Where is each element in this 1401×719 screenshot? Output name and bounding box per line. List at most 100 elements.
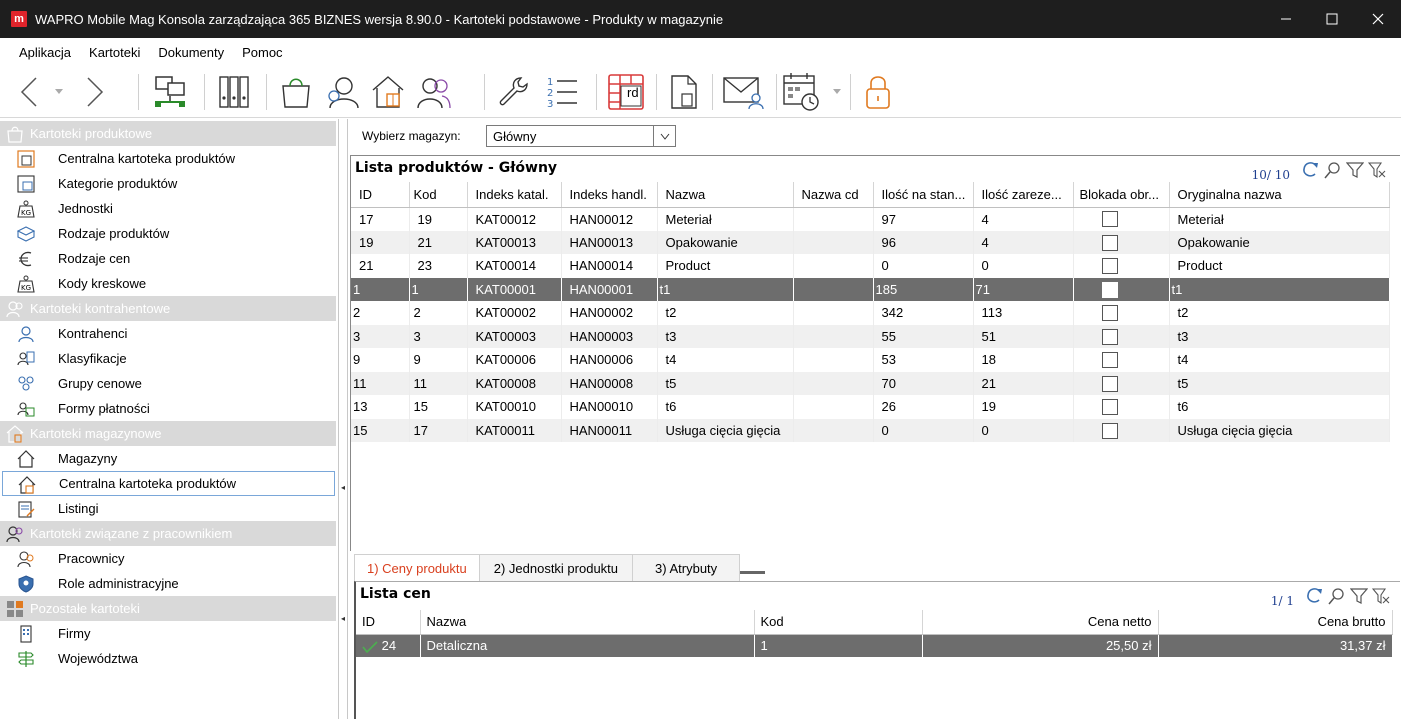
cell-nazwa[interactable]: Usługa cięcia gięcia xyxy=(657,418,794,442)
sidebar-item-role-administracyjne[interactable]: Role administracyjne xyxy=(2,571,335,596)
tab-ceny-produktu[interactable]: 1) Ceny produktu xyxy=(354,554,480,581)
cell-kod[interactable]: 11 xyxy=(409,371,468,395)
cell-blokada[interactable] xyxy=(1073,324,1170,348)
cell-ilosc-stan[interactable]: 26 xyxy=(873,395,974,419)
cell-indeks-handl[interactable]: HAN00010 xyxy=(561,395,658,419)
cell-oryginalna-nazwa[interactable]: t6 xyxy=(1169,395,1390,419)
cell-ilosc-stan[interactable]: 53 xyxy=(873,348,974,372)
cell-indeks-katal[interactable]: KAT00002 xyxy=(467,301,562,325)
network-button[interactable] xyxy=(150,72,190,112)
sidebar-item-rodzaje-cen[interactable]: Rodzaje cen xyxy=(2,246,335,271)
cell-id[interactable]: 21 xyxy=(351,254,410,278)
warehouses-button[interactable] xyxy=(368,72,408,112)
group-header-pracownik[interactable]: Kartoteki związane z pracownikiem xyxy=(0,521,336,546)
table-row[interactable]: 19 21 KAT00013 HAN00013 Opakowanie 96 4 … xyxy=(351,230,1390,254)
cell-oryginalna-nazwa[interactable]: t1 xyxy=(1169,277,1390,301)
cell-indeks-katal[interactable]: KAT00006 xyxy=(467,348,562,372)
column-header[interactable]: Nazwa xyxy=(420,610,755,635)
column-header[interactable]: ID xyxy=(351,182,410,208)
cell-blokada[interactable] xyxy=(1073,254,1170,278)
sidebar-item-magazyny[interactable]: Magazyny xyxy=(2,446,335,471)
cell-kod[interactable]: 23 xyxy=(409,254,468,278)
panel-splitter[interactable]: ◂ ◂ xyxy=(338,119,348,719)
cell-nazwa[interactable]: t4 xyxy=(657,348,794,372)
table-row[interactable]: 3 3 KAT00003 HAN00003 t3 55 51 t3 xyxy=(351,324,1390,348)
cell-indeks-handl[interactable]: HAN00006 xyxy=(561,348,658,372)
cell-ilosc-zarezerwowana[interactable]: 4 xyxy=(973,207,1074,231)
cell-nazwa[interactable]: Opakowanie xyxy=(657,230,794,254)
collapse-arrow-icon[interactable]: ◂ xyxy=(341,614,345,623)
close-button[interactable] xyxy=(1355,0,1401,38)
sidebar-item-centralna-kartoteka-magazynowa[interactable]: Centralna kartoteka produktów xyxy=(2,471,335,496)
warehouse-select[interactable]: Główny xyxy=(486,125,676,147)
cell-ilosc-zarezerwowana[interactable]: 51 xyxy=(973,324,1074,348)
group-header-kontrahentowe[interactable]: Kartoteki kontrahentowe xyxy=(0,296,336,321)
column-header[interactable]: Indeks handl. xyxy=(561,182,658,208)
cell-nazwa[interactable]: t5 xyxy=(657,371,794,395)
table-row[interactable]: 2 2 KAT00002 HAN00002 t2 342 113 t2 xyxy=(351,301,1390,325)
cell-blokada[interactable] xyxy=(1073,371,1170,395)
cell-oryginalna-nazwa[interactable]: t4 xyxy=(1169,348,1390,372)
refresh-icon[interactable] xyxy=(1300,161,1320,179)
cell-ilosc-stan[interactable]: 97 xyxy=(873,207,974,231)
cell-indeks-handl[interactable]: HAN00003 xyxy=(561,324,658,348)
cell-indeks-katal[interactable]: KAT00011 xyxy=(467,418,562,442)
cell-kod[interactable]: 2 xyxy=(409,301,468,325)
tab-jednostki-produktu[interactable]: 2) Jednostki produktu xyxy=(478,554,634,581)
cell-ilosc-zarezerwowana[interactable]: 0 xyxy=(973,254,1074,278)
cell-id[interactable]: 19 xyxy=(351,230,410,254)
blokada-checkbox[interactable] xyxy=(1101,375,1118,392)
blokada-checkbox[interactable] xyxy=(1101,281,1118,298)
cell-id[interactable]: 24 xyxy=(356,634,421,657)
forward-button[interactable] xyxy=(80,72,110,112)
cell-nazwa[interactable]: t1 xyxy=(657,277,794,301)
cell-nazwa-cd[interactable] xyxy=(793,207,874,231)
numbering-button[interactable]: 123 xyxy=(542,72,582,112)
column-header[interactable]: Cena brutto xyxy=(1158,610,1393,635)
cell-ilosc-zarezerwowana[interactable]: 71 xyxy=(973,277,1074,301)
cell-ilosc-zarezerwowana[interactable]: 113 xyxy=(973,301,1074,325)
cell-kod[interactable]: 21 xyxy=(409,230,468,254)
cell-nazwa-cd[interactable] xyxy=(793,418,874,442)
table-row[interactable]: 13 15 KAT00010 HAN00010 t6 26 19 t6 xyxy=(351,395,1390,419)
sidebar-item-formy-platnosci[interactable]: Formy płatności xyxy=(2,396,335,421)
group-header-magazynowe[interactable]: Kartoteki magazynowe xyxy=(0,421,336,446)
column-header[interactable]: Ilość na stan... xyxy=(873,182,974,208)
cell-kod[interactable]: 9 xyxy=(409,348,468,372)
cell-nazwa[interactable]: Meteriał xyxy=(657,207,794,231)
cell-kod[interactable]: 1 xyxy=(409,277,468,301)
cell-indeks-handl[interactable]: HAN00014 xyxy=(561,254,658,278)
cell-nazwa[interactable]: Product xyxy=(657,254,794,278)
sidebar-item-pracownicy[interactable]: Pracownicy xyxy=(2,546,335,571)
cell-indeks-katal[interactable]: KAT00010 xyxy=(467,395,562,419)
cell-blokada[interactable] xyxy=(1073,230,1170,254)
minimize-button[interactable] xyxy=(1263,0,1309,38)
cell-kod[interactable]: 19 xyxy=(409,207,468,231)
cell-id[interactable]: 11 xyxy=(351,371,410,395)
table-row-selected[interactable]: 24 Detaliczna 1 25,50 zł 31,37 zł xyxy=(356,634,1393,657)
clear-filter-icon[interactable] xyxy=(1372,587,1390,605)
cell-ilosc-zarezerwowana[interactable]: 19 xyxy=(973,395,1074,419)
sidebar-item-listingi[interactable]: Listingi xyxy=(2,496,335,521)
cell-oryginalna-nazwa[interactable]: Usługa cięcia gięcia xyxy=(1169,418,1390,442)
cell-id[interactable]: 17 xyxy=(351,207,410,231)
cell-cena-netto[interactable]: 25,50 zł xyxy=(922,634,1159,657)
contractors-button[interactable] xyxy=(322,72,362,112)
employees-button[interactable] xyxy=(414,72,454,112)
blokada-checkbox[interactable] xyxy=(1101,422,1118,439)
calendar-rd-button[interactable]: rd xyxy=(604,72,648,112)
cell-id[interactable]: 3 xyxy=(351,324,410,348)
tools-button[interactable] xyxy=(494,72,534,112)
cell-kod[interactable]: 15 xyxy=(409,395,468,419)
cell-ilosc-stan[interactable]: 0 xyxy=(873,418,974,442)
cell-id[interactable]: 9 xyxy=(351,348,410,372)
filter-icon[interactable] xyxy=(1350,587,1368,605)
back-button[interactable] xyxy=(14,72,44,112)
cell-nazwa-cd[interactable] xyxy=(793,277,874,301)
cell-nazwa-cd[interactable] xyxy=(793,301,874,325)
cell-id[interactable]: 2 xyxy=(351,301,410,325)
cell-ilosc-zarezerwowana[interactable]: 0 xyxy=(973,418,1074,442)
cell-blokada[interactable] xyxy=(1073,301,1170,325)
menu-dokumenty[interactable]: Dokumenty xyxy=(151,45,231,60)
cell-ilosc-stan[interactable]: 70 xyxy=(873,371,974,395)
